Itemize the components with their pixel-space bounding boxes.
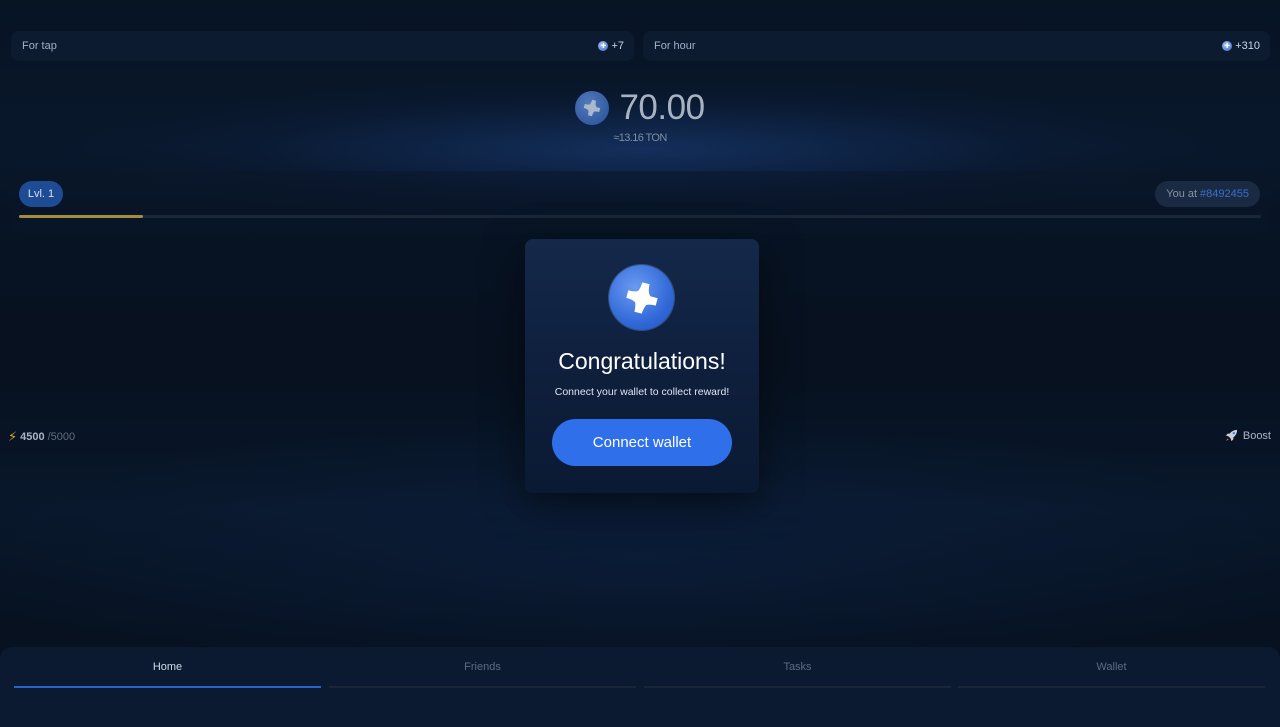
for-tap-value-wrap: ✚ +7 [598, 40, 624, 52]
cross-coin-icon [609, 265, 674, 330]
for-tap-label: For tap [22, 40, 57, 52]
energy-current: 4500 [20, 431, 45, 443]
for-hour-value: +310 [1235, 40, 1260, 52]
tab-friends[interactable]: Friends [329, 647, 636, 688]
energy-max: /5000 [47, 431, 76, 443]
rocket-icon [1225, 429, 1237, 442]
cross-coin-icon [575, 91, 610, 125]
energy-counter: ⚡ 4500/5000 [8, 429, 75, 445]
rank-badge[interactable]: You at #8492455 [1155, 181, 1260, 207]
for-hour-value-wrap: ✚ +310 [1222, 40, 1260, 52]
rank-value: #8492455 [1200, 188, 1249, 200]
for-hour-label: For hour [654, 40, 696, 52]
level-progress-fill [19, 215, 144, 218]
bottom-tab-bar: Home Friends Tasks Wallet [0, 647, 1280, 727]
tab-tasks[interactable]: Tasks [644, 647, 951, 688]
tab-wallet[interactable]: Wallet [958, 647, 1265, 688]
ton-equivalent: ≈13.16 TON [613, 132, 667, 144]
connect-wallet-button[interactable]: Connect wallet [552, 419, 732, 466]
balance: 70.00 [0, 88, 1280, 128]
lightning-bolt-icon: ⚡ [8, 429, 18, 444]
for-tap-value: +7 [611, 40, 624, 52]
level-badge[interactable]: Lvl. 1 [19, 181, 63, 207]
for-tap-card: For tap ✚ +7 [11, 31, 634, 61]
coin-icon: ✚ [1222, 41, 1233, 51]
boost-button[interactable]: Boost [1224, 428, 1271, 443]
level-progress-bar [19, 215, 1261, 218]
rank-prefix: You at [1166, 188, 1198, 200]
boost-label: Boost [1242, 429, 1271, 442]
reward-modal: Congratulations! Connect your wallet to … [525, 239, 759, 493]
balance-value: 70.00 [619, 88, 705, 127]
level-panel [9, 171, 1271, 233]
modal-title: Congratulations! [558, 348, 726, 374]
coin-icon: ✚ [598, 41, 609, 51]
tab-home[interactable]: Home [14, 647, 321, 688]
modal-subtitle: Connect your wallet to collect reward! [554, 386, 730, 398]
for-hour-card: For hour ✚ +310 [643, 31, 1270, 61]
